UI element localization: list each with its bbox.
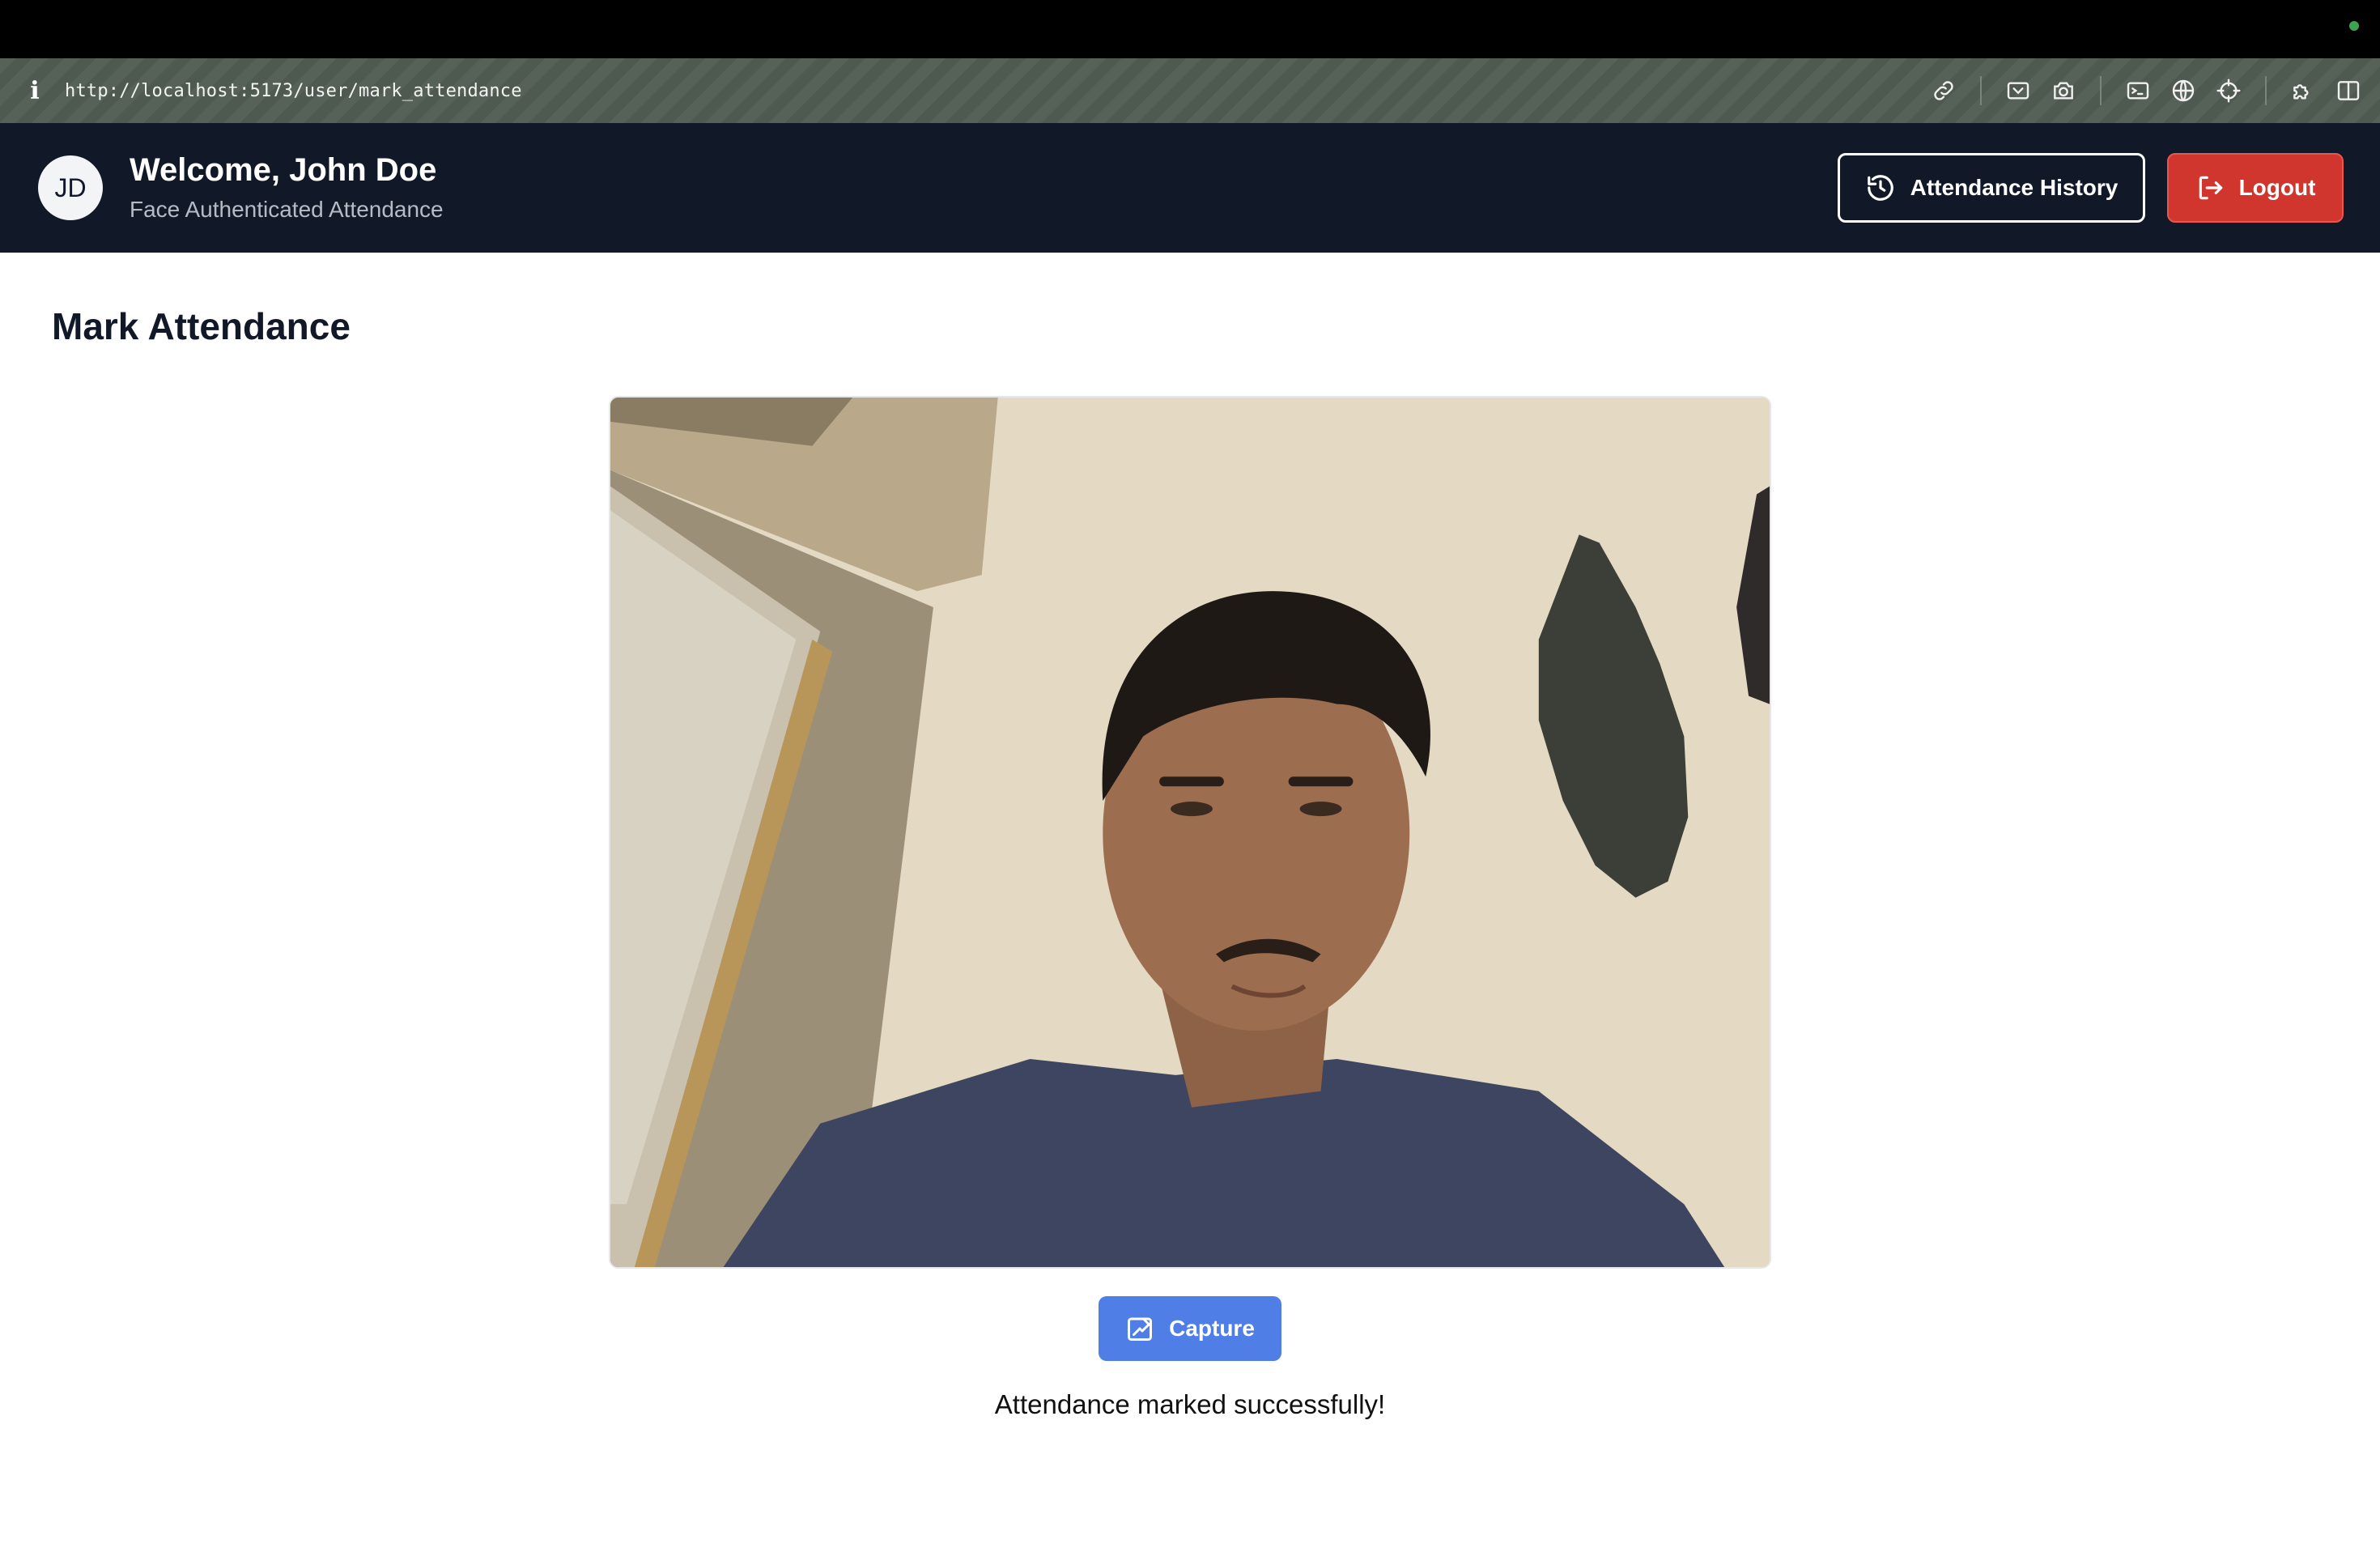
- welcome-title: Welcome, John Doe: [130, 152, 437, 188]
- browser-url-bar: i http://localhost:5173/user/mark_attend…: [0, 58, 2380, 123]
- history-icon: [1867, 175, 1893, 201]
- status-dot: [2349, 21, 2359, 31]
- logout-icon: [2199, 176, 2222, 200]
- link-icon[interactable]: [1928, 75, 1959, 106]
- header-subtitle: Face Authenticated Attendance: [130, 197, 444, 222]
- status-message: Attendance marked successfully!: [994, 1389, 1386, 1419]
- crosshair-icon[interactable]: [2213, 75, 2244, 106]
- avatar: JD: [38, 155, 103, 220]
- toolbar-divider: [2265, 76, 2267, 105]
- page-title: Mark Attendance: [52, 305, 351, 347]
- logout-button[interactable]: Logout: [2167, 153, 2344, 223]
- attendance-history-label: Attendance History: [1910, 175, 2119, 200]
- capture-icon: [1128, 1317, 1153, 1341]
- screenshot-area-icon[interactable]: [2003, 75, 2034, 106]
- browser-toolbar: [1914, 58, 2364, 123]
- sidebar-icon[interactable]: [2333, 75, 2364, 106]
- attendance-history-button[interactable]: Attendance History: [1838, 153, 2145, 223]
- url-text[interactable]: http://localhost:5173/user/mark_attendan…: [65, 81, 522, 101]
- toolbar-divider: [2100, 76, 2102, 105]
- camera-preview: [609, 396, 1771, 1269]
- camera-icon[interactable]: [2048, 75, 2079, 106]
- info-icon[interactable]: i: [23, 77, 47, 105]
- app-header: JD Welcome, John Doe Face Authenticated …: [0, 123, 2380, 253]
- system-top-bar: [0, 0, 2380, 58]
- logout-label: Logout: [2238, 175, 2316, 200]
- capture-label: Capture: [1169, 1316, 1255, 1341]
- globe-icon[interactable]: [2168, 75, 2199, 106]
- terminal-icon[interactable]: [2123, 75, 2153, 106]
- capture-button[interactable]: Capture: [1099, 1296, 1281, 1361]
- extensions-icon[interactable]: [2288, 75, 2318, 106]
- toolbar-divider: [1980, 76, 1982, 105]
